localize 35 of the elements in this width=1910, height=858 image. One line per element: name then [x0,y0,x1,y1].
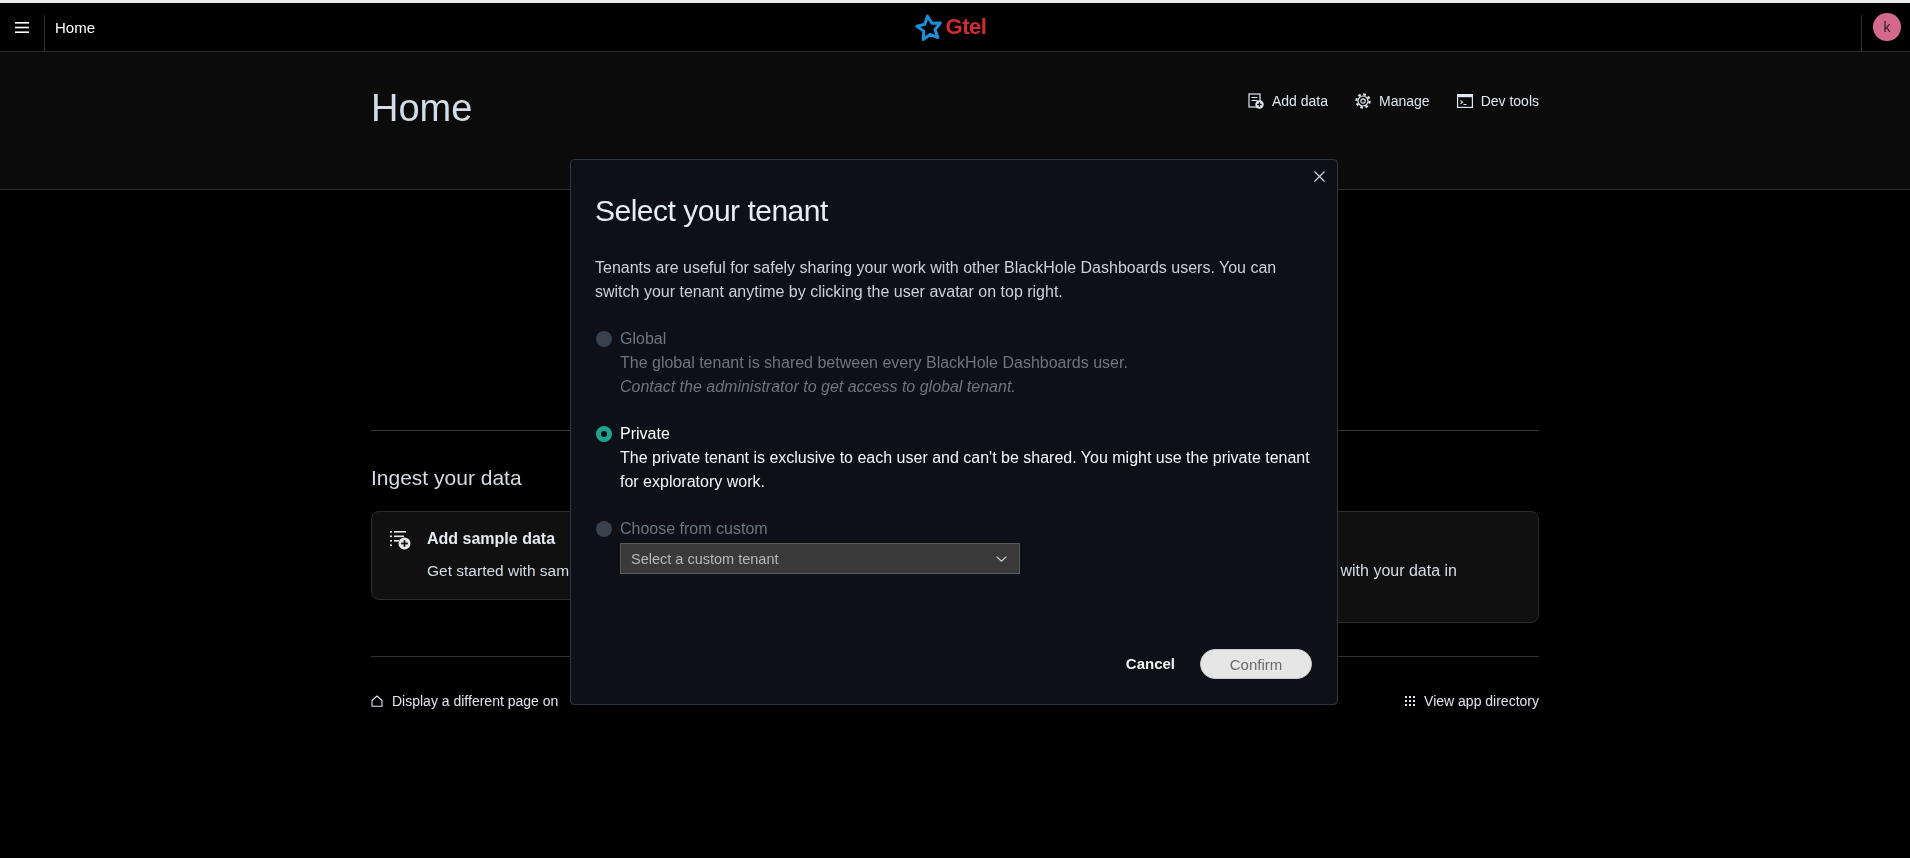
header-link[interactable]: Dev tools [1456,91,1539,111]
option-description: The global tenant is shared between every BlackHole Dashboards user. [620,353,1129,373]
header-link[interactable]: Add data [1248,91,1329,111]
option-label: Private [620,424,671,444]
list-plus-icon [390,530,411,550]
close-icon [1314,171,1325,182]
confirm-button[interactable]: Confirm [1200,649,1312,679]
menu-button[interactable] [15,21,29,33]
page-title: Home [55,18,95,36]
section-heading: Ingest your data [371,465,522,491]
close-button[interactable] [1314,171,1325,182]
cancel-button[interactable]: Cancel [1125,654,1175,674]
footer-link[interactable]: View app directory [1405,691,1539,711]
chevron-down-icon [996,555,1007,562]
option-label: Choose from custom [620,519,769,539]
option-description: The private tenant is exclusive to each user and can't be shared. You might use the private tenant for exploratory work. [620,448,1311,492]
footer-link[interactable]: Display a different page on [371,691,559,711]
option-note: Contact the administrator to get access to global tenant. [620,377,1017,397]
logo-text: Gtel [945,14,987,40]
header-link[interactable]: Manage [1355,91,1430,111]
user-avatar[interactable]: k [1873,13,1901,41]
terminal-icon [1456,93,1473,109]
document-plus-icon [1248,93,1264,109]
option-label: Global [620,329,668,349]
page-heading: Home [371,86,473,130]
card-title: Add sample data [427,529,557,549]
card-text: Get started with sam [427,561,570,581]
dialog-intro: Tenants are useful for safely sharing your work with other BlackHole Dashboards users. You can switch your tenant anytime by clicking the user avatar on top right. [595,258,1278,302]
gear-icon [1355,93,1372,109]
dialog-title: Select your tenant [595,193,829,229]
radio-button[interactable] [596,426,612,442]
grid-icon [1405,696,1416,706]
menu-icon [15,21,29,33]
home-icon [371,695,383,707]
card-text: with your data in [1340,561,1457,581]
